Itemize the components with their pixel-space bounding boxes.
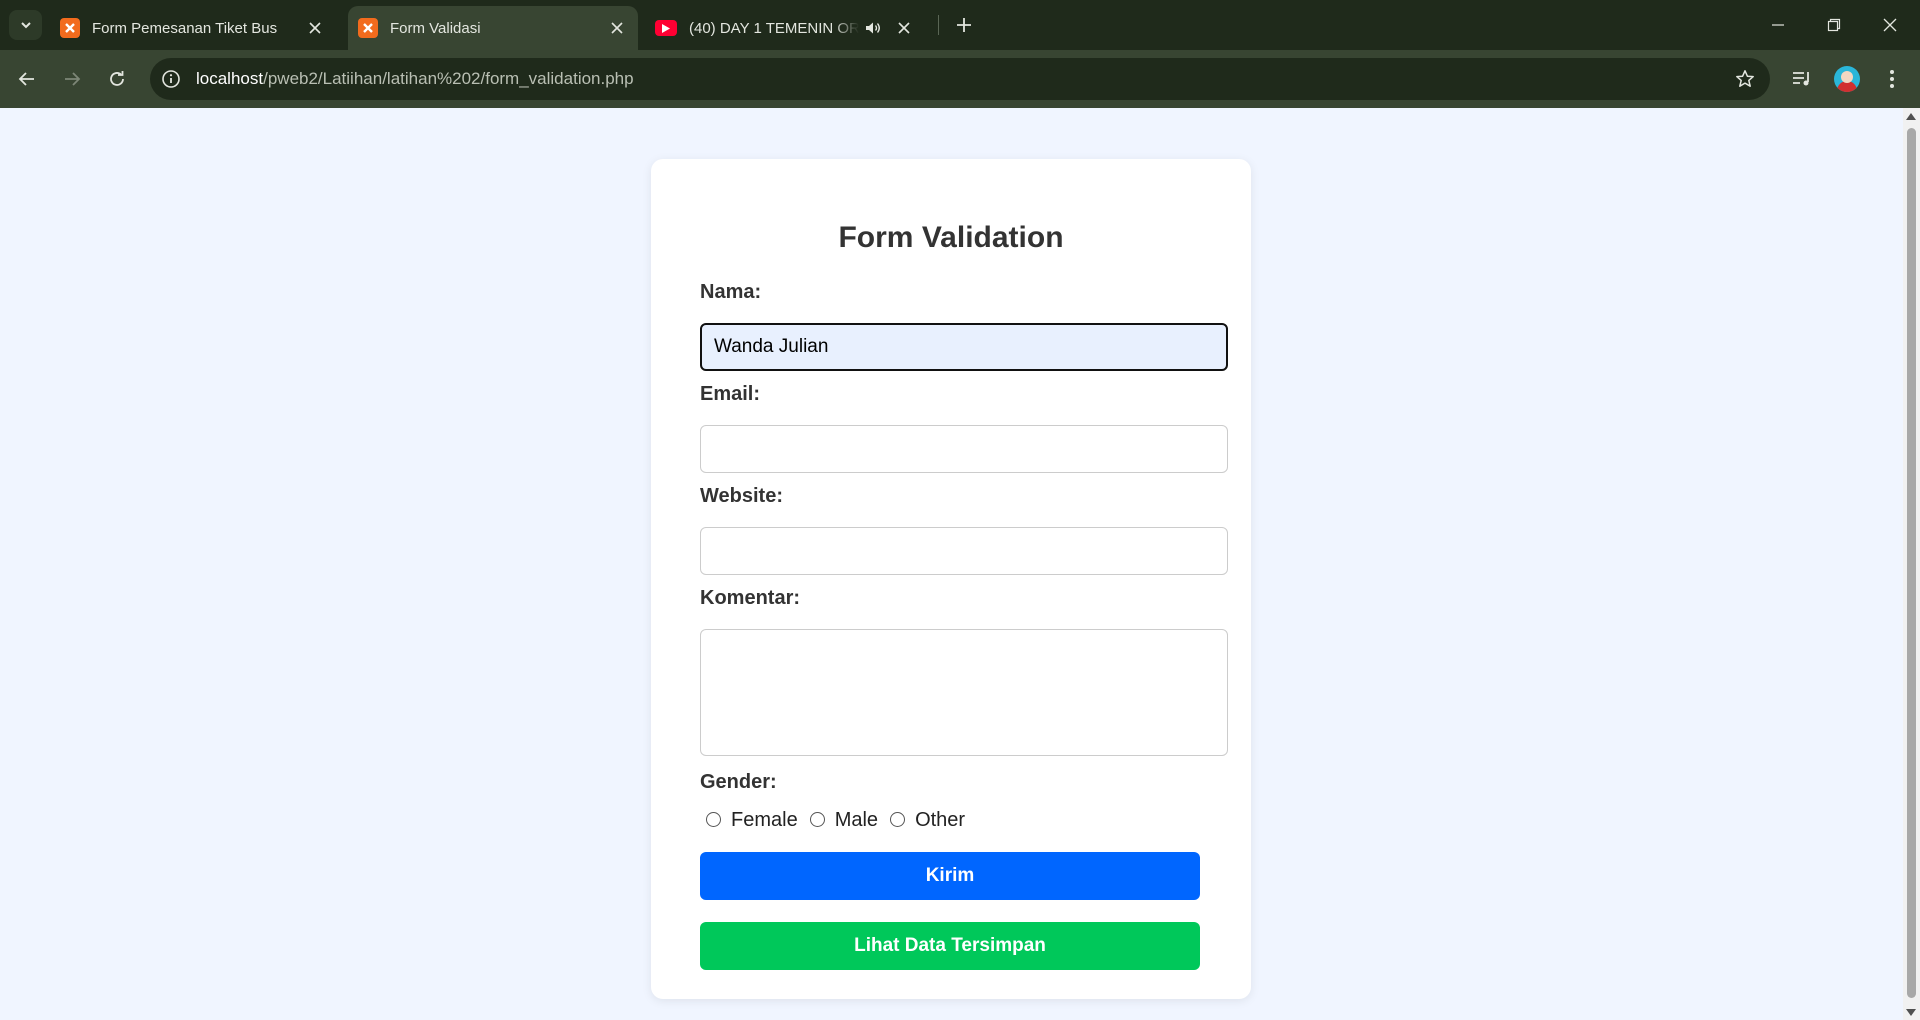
browser-toolbar: localhost/pweb2/Latiihan/latihan%202/for… [0,50,1920,108]
speaker-icon[interactable] [865,21,881,35]
tab-form-pemesanan[interactable]: Form Pemesanan Tiket Bus [50,6,336,50]
close-tab-icon[interactable] [304,17,326,39]
youtube-icon [655,20,677,36]
close-window-button[interactable] [1862,0,1918,50]
tab-search-button[interactable] [9,10,42,40]
media-control-button[interactable] [1787,64,1817,94]
email-label: Email: [700,383,761,405]
close-icon [1883,18,1897,32]
tab-form-validasi[interactable]: Form Validasi [348,6,638,50]
tab-youtube[interactable]: (40) DAY 1 TEMENIN ORG YANG [645,6,925,50]
komentar-textarea[interactable] [700,629,1228,756]
page-scrollbar[interactable] [1903,108,1920,1020]
website-label: Website: [700,485,783,507]
playlist-icon [1793,72,1809,86]
gender-male-label[interactable]: Male [835,809,878,832]
plus-icon [957,18,971,32]
scroll-up-arrow-icon[interactable] [1906,113,1916,120]
tab-title: Form Pemesanan Tiket Bus [92,19,278,37]
page-viewport: Form Validation Nama: Email: Website: Ko… [0,108,1903,1020]
tab-title: (40) DAY 1 TEMENIN ORG YANG [689,19,859,37]
arrow-right-icon [65,72,81,86]
gender-male-radio[interactable] [809,812,825,827]
minimize-button[interactable] [1750,0,1806,50]
minimize-icon [1772,24,1784,26]
url-text[interactable]: localhost/pweb2/Latiihan/latihan%202/for… [196,69,634,89]
close-tab-icon[interactable] [606,17,628,39]
close-tab-icon[interactable] [893,17,915,39]
gender-female-radio[interactable] [706,812,721,827]
submit-button[interactable]: Kirim [700,852,1200,900]
nama-label: Nama: [700,281,762,303]
form-title: Form Validation [838,221,1064,254]
gender-label: Gender: [700,771,777,793]
gender-other-radio[interactable] [890,812,906,827]
url-host: localhost [196,69,264,88]
new-tab-button[interactable] [950,11,978,39]
back-button[interactable] [12,64,42,94]
site-info-icon[interactable] [160,68,182,90]
bookmark-star-icon[interactable] [1734,68,1756,90]
tab-separator [938,15,939,35]
avatar [1834,66,1860,92]
xampp-icon [60,18,80,38]
restore-button[interactable] [1806,0,1862,50]
view-saved-data-button[interactable]: Lihat Data Tersimpan [700,922,1200,970]
address-bar[interactable]: localhost/pweb2/Latiihan/latihan%202/for… [150,58,1770,100]
scrollbar-thumb[interactable] [1907,128,1916,998]
arrow-left-icon [18,72,34,86]
tab-title: Form Validasi [390,19,481,37]
xampp-icon [358,18,378,38]
reload-button[interactable] [102,64,132,94]
nama-input[interactable] [700,323,1228,371]
profile-button[interactable] [1832,64,1862,94]
tab-strip: Form Pemesanan Tiket Bus Form Validasi (… [0,0,1920,50]
forward-button[interactable] [57,64,87,94]
menu-button[interactable] [1877,64,1907,94]
komentar-label: Komentar: [700,587,801,609]
scroll-down-arrow-icon[interactable] [1906,1009,1916,1016]
reload-icon [110,71,124,86]
email-input[interactable] [700,425,1228,473]
gender-female-label[interactable]: Female [731,809,798,832]
chevron-down-icon [20,22,31,29]
gender-other-label[interactable]: Other [915,809,965,832]
restore-icon [1827,18,1841,32]
url-path: /pweb2/Latiihan/latihan%202/form_validat… [263,69,634,88]
gender-radio-group: Female Male Other [706,809,977,832]
form-card: Form Validation Nama: Email: Website: Ko… [651,159,1251,999]
website-input[interactable] [700,527,1228,575]
more-vertical-icon [1890,70,1894,88]
